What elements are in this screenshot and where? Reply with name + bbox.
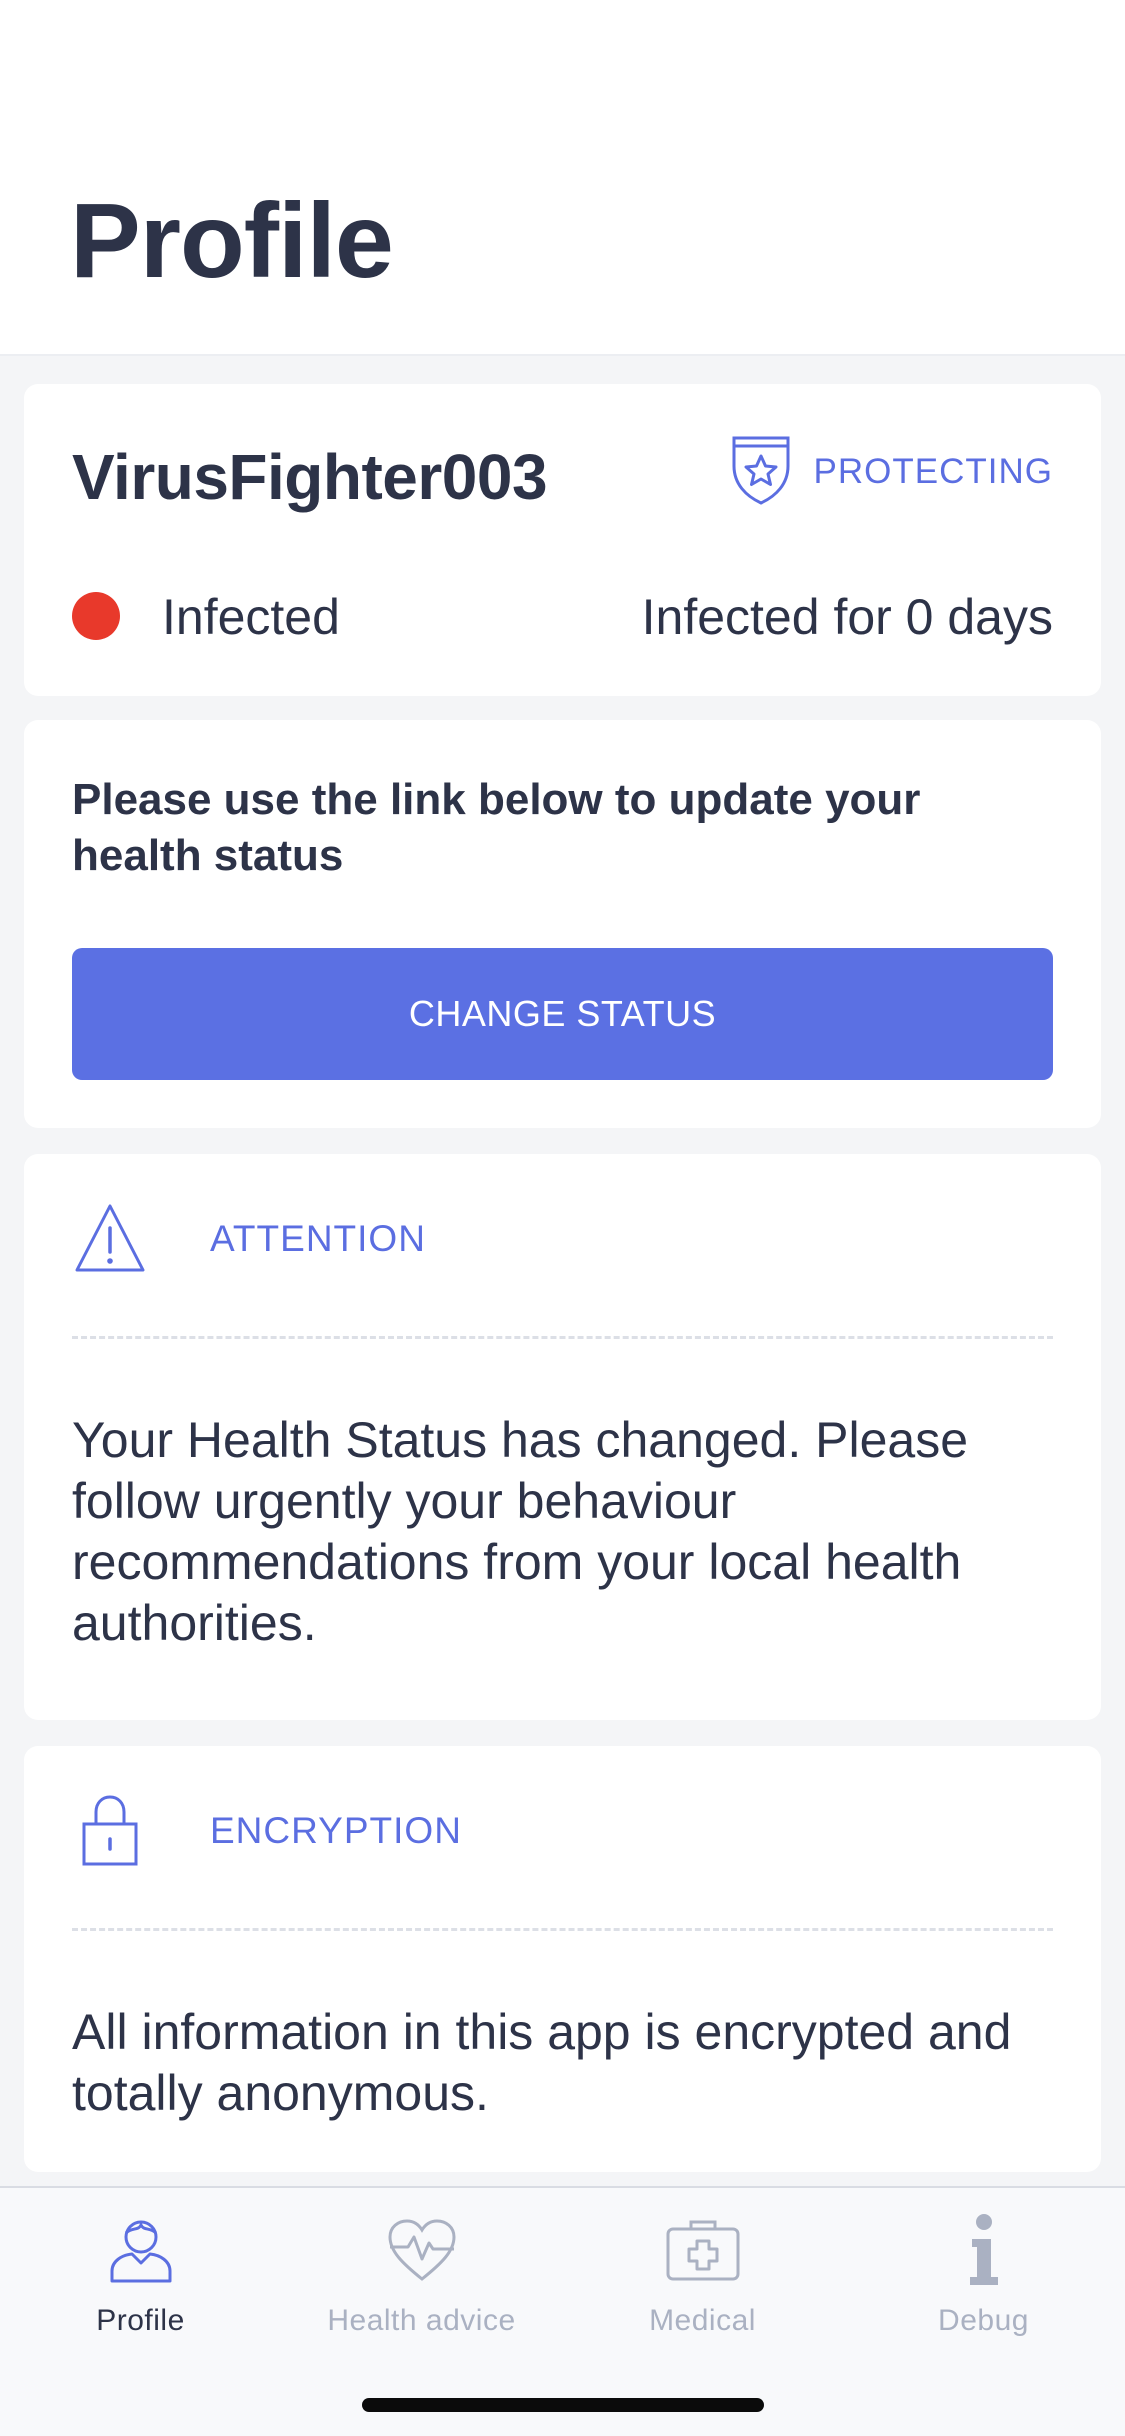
protecting-label: PROTECTING xyxy=(813,451,1053,491)
home-indicator[interactable] xyxy=(362,2398,764,2412)
encryption-message: All information in this app is encrypted… xyxy=(72,2004,1012,2121)
tab-label: Profile xyxy=(96,2304,185,2337)
status-label: Infected xyxy=(162,589,340,645)
medical-kit-icon xyxy=(663,2210,743,2290)
tab-medical[interactable]: Medical xyxy=(562,2210,843,2350)
tab-label: Medical xyxy=(649,2304,756,2337)
status-duration: Infected for 0 days xyxy=(641,589,1053,645)
page-title: Profile xyxy=(70,182,394,300)
protecting-badge: PROTECTING xyxy=(730,432,1053,511)
tab-label: Debug xyxy=(938,2304,1029,2337)
info-icon xyxy=(944,2210,1024,2290)
change-status-instructions: Please use the link below to update your… xyxy=(72,775,921,880)
encryption-title: ENCRYPTION xyxy=(210,1810,462,1851)
user-card: VirusFighter003 PROTECTING Infected Infe… xyxy=(24,384,1101,696)
divider xyxy=(72,1928,1053,1931)
attention-message: Your Health Status has changed. Please f… xyxy=(72,1412,968,1651)
tab-profile[interactable]: Profile xyxy=(0,2210,281,2350)
divider xyxy=(72,1336,1053,1339)
person-icon xyxy=(101,2210,181,2290)
change-status-card: Please use the link below to update your… xyxy=(24,720,1101,1128)
username: VirusFighter003 xyxy=(72,441,548,513)
change-status-button[interactable]: CHANGE STATUS xyxy=(72,948,1053,1080)
heart-pulse-icon xyxy=(382,2210,462,2290)
tab-health-advice[interactable]: Health advice xyxy=(281,2210,562,2350)
encryption-card: ENCRYPTION All information in this app i… xyxy=(24,1746,1101,2172)
warning-triangle-icon xyxy=(72,1200,148,1276)
attention-title: ATTENTION xyxy=(210,1218,426,1259)
status-indicator-dot xyxy=(72,592,120,640)
tab-label: Health advice xyxy=(327,2304,516,2337)
padlock-icon xyxy=(72,1792,148,1868)
header: Profile xyxy=(0,0,1125,356)
shield-star-icon xyxy=(730,432,792,511)
tab-debug[interactable]: Debug xyxy=(843,2210,1124,2350)
attention-card: ATTENTION Your Health Status has changed… xyxy=(24,1154,1101,1720)
